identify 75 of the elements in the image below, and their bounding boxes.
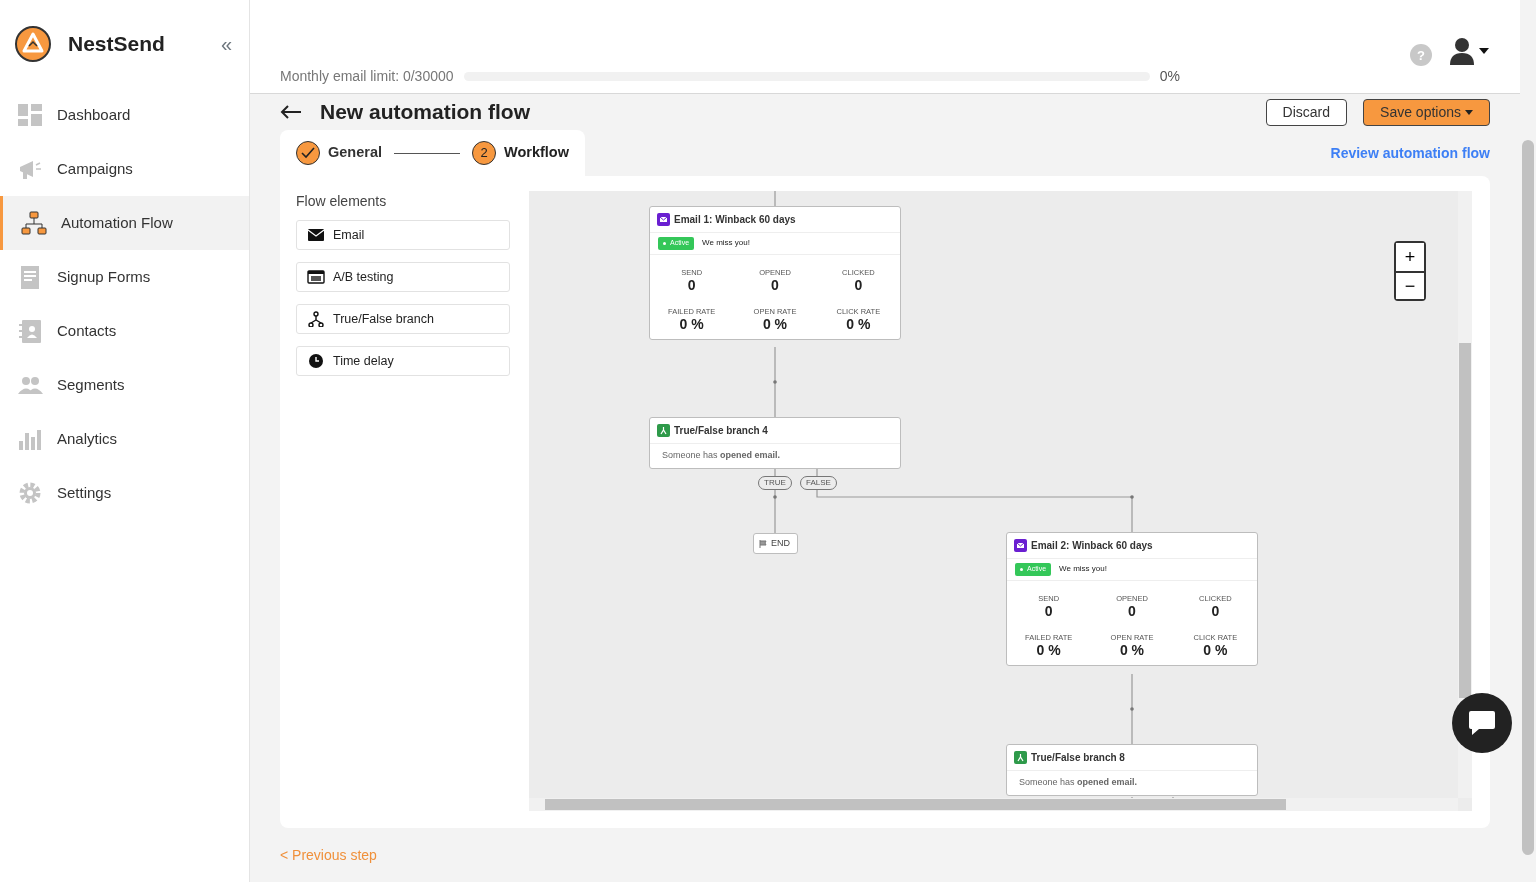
- caret-icon: [1479, 48, 1489, 54]
- discard-button[interactable]: Discard: [1265, 98, 1348, 126]
- stat-value: 0: [1127, 603, 1137, 618]
- sidebar-item[interactable]: Settings: [0, 466, 249, 520]
- clock-icon: [307, 353, 325, 369]
- collapse-button[interactable]: «: [219, 28, 233, 60]
- connector-line: [774, 191, 776, 207]
- sidebar-item[interactable]: Dashboard: [0, 88, 249, 142]
- connector-line: [1130, 673, 1134, 745]
- vertical-scrollbar[interactable]: [1458, 191, 1472, 798]
- grid-icon: [17, 102, 43, 128]
- branch-icon: [657, 424, 670, 437]
- account-menu-button[interactable]: [1448, 36, 1490, 66]
- caret-icon: [1465, 109, 1473, 115]
- stat-value: 0 %: [1202, 643, 1229, 657]
- envelope-icon: [657, 213, 670, 226]
- percent-label: 0%: [1159, 67, 1180, 86]
- zoom-out-button[interactable]: −: [1396, 271, 1424, 299]
- branch-icon: [1014, 751, 1027, 764]
- brand-name: NestSend: [68, 31, 165, 58]
- flow-element[interactable]: True/False branch: [296, 304, 510, 334]
- logo-icon: [14, 25, 52, 63]
- contact-card-icon: [17, 318, 43, 344]
- sidebar-item[interactable]: Analytics: [0, 412, 249, 466]
- stat-value: 0: [686, 277, 697, 292]
- flow-element[interactable]: Time delay: [296, 346, 510, 376]
- speech-bubble-icon: [1467, 710, 1497, 736]
- section-title: Flow elements: [296, 192, 388, 211]
- sidebar-item[interactable]: Signup Forms: [0, 250, 249, 304]
- save-options-button[interactable]: Save options: [1363, 98, 1490, 126]
- branch-label: TRUE: [758, 476, 792, 490]
- branch-icon: [307, 311, 325, 327]
- chat-button[interactable]: [1452, 693, 1512, 753]
- condition-text: Someone has opened email.: [1018, 776, 1139, 789]
- stat-value: 0 %: [1035, 643, 1062, 657]
- branch-label: FALSE: [800, 476, 837, 490]
- sidebar-item[interactable]: Segments: [0, 358, 249, 412]
- subject-text: We miss you!: [1059, 563, 1107, 576]
- branch-node[interactable]: True/False branch 8 Someone has opened email.: [1006, 744, 1258, 796]
- stat-value: 0 %: [761, 317, 789, 331]
- hierarchy-icon: [21, 210, 47, 236]
- stat-value: 0 %: [845, 317, 872, 331]
- step[interactable]: 2 Workflow: [472, 141, 569, 165]
- sidebar-item[interactable]: Contacts: [0, 304, 249, 358]
- stat-value: 0 %: [678, 317, 705, 331]
- end-node[interactable]: END: [753, 533, 798, 554]
- back-arrow-icon[interactable]: [280, 105, 302, 119]
- horizontal-scrollbar[interactable]: [529, 798, 1458, 811]
- user-avatar-icon: [1449, 37, 1475, 65]
- check-icon: [301, 147, 315, 159]
- stat-value: 0 %: [1118, 643, 1146, 657]
- stat-value: 0: [853, 277, 864, 292]
- limit-label: Monthly email limit: 0/30000: [280, 67, 454, 86]
- node-title: True/False branch 8: [1031, 751, 1125, 765]
- node-title: Email 2: Winback 60 days: [1031, 539, 1153, 553]
- envelope-icon: [307, 227, 325, 243]
- page-title: New automation flow: [320, 99, 530, 126]
- node-title: True/False branch 4: [674, 424, 768, 438]
- stat-value: 0: [1043, 603, 1054, 618]
- connector-line: [773, 346, 777, 418]
- node-title: Email 1: Winback 60 days: [674, 213, 796, 227]
- envelope-icon: [1014, 539, 1027, 552]
- subject-text: We miss you!: [702, 237, 750, 250]
- step[interactable]: General: [296, 141, 382, 165]
- branch-node[interactable]: True/False branch 4 Someone has opened email.: [649, 417, 901, 469]
- stat-value: 0: [770, 277, 780, 292]
- flow-element[interactable]: Email: [296, 220, 510, 250]
- flag-icon: [759, 539, 767, 548]
- condition-text: Someone has opened email.: [661, 449, 782, 462]
- stat-value: 0: [1210, 603, 1221, 618]
- sidebar-item[interactable]: Automation Flow: [0, 196, 249, 250]
- ab-window-icon: [307, 269, 325, 285]
- flow-element[interactable]: A/B testing: [296, 262, 510, 292]
- gear-icon: [17, 480, 43, 506]
- sidebar-item[interactable]: Campaigns: [0, 142, 249, 196]
